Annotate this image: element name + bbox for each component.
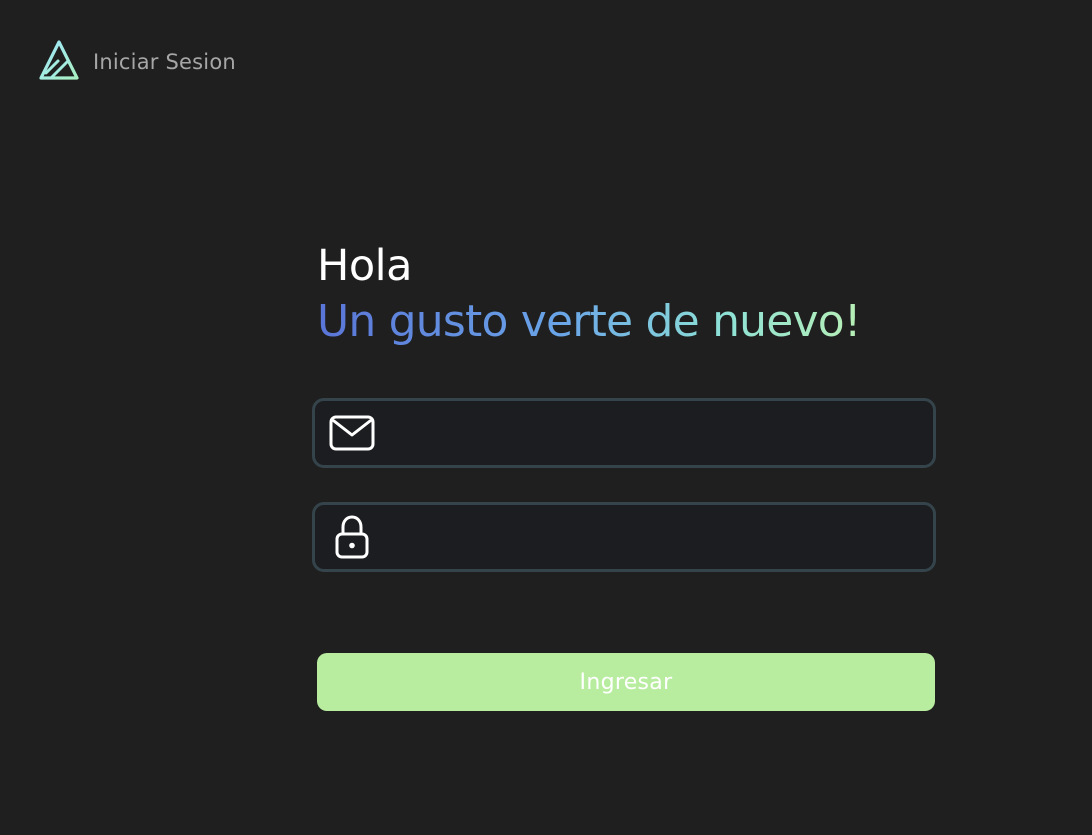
brand: Iniciar Sesion xyxy=(37,39,236,83)
greeting-heading: Hola xyxy=(317,241,412,291)
welcome-tagline: Un gusto verte de nuevo! xyxy=(317,296,862,347)
triangle-logo-icon xyxy=(39,40,79,80)
app-title: Iniciar Sesion xyxy=(93,49,236,74)
password-input[interactable] xyxy=(377,505,933,569)
email-input[interactable] xyxy=(377,401,933,465)
email-field[interactable] xyxy=(312,398,936,468)
password-field[interactable] xyxy=(312,502,936,572)
lock-icon xyxy=(327,512,377,562)
login-button[interactable]: Ingresar xyxy=(317,653,935,711)
mail-icon xyxy=(327,408,377,458)
